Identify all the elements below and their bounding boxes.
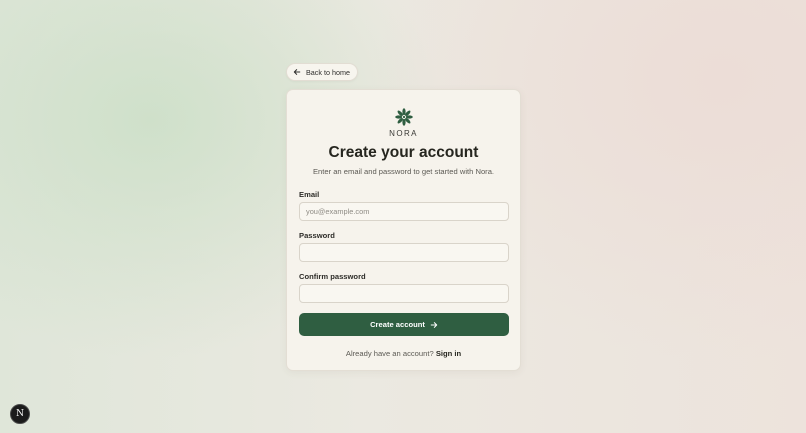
brand-name: NORA [389, 129, 418, 138]
arrow-left-icon [293, 69, 301, 75]
brand-logo: NORA [287, 107, 520, 138]
signin-prompt: Already have an account? Sign in [287, 349, 520, 358]
arrow-right-icon [430, 321, 438, 328]
back-to-home-label: Back to home [306, 67, 350, 77]
create-account-label: Create account [370, 320, 425, 329]
confirm-password-field[interactable] [299, 284, 509, 303]
email-field[interactable] [299, 202, 509, 221]
create-account-button[interactable]: Create account [299, 313, 509, 336]
dev-badge-letter: N [16, 409, 24, 419]
confirm-password-label: Confirm password [299, 272, 366, 281]
password-label: Password [299, 231, 335, 240]
signup-card: NORA Create your account Enter an email … [286, 89, 521, 371]
email-label: Email [299, 190, 320, 199]
password-field[interactable] [299, 243, 509, 262]
page-title: Create your account [328, 144, 479, 161]
back-to-home-link[interactable]: Back to home [286, 63, 358, 81]
page-subtitle: Enter an email and password to get start… [312, 167, 495, 176]
signin-prompt-text: Already have an account? [345, 349, 434, 358]
sign-in-link[interactable]: Sign in [436, 349, 461, 358]
flower-icon [394, 108, 413, 126]
dev-tools-badge[interactable]: N [10, 404, 30, 424]
